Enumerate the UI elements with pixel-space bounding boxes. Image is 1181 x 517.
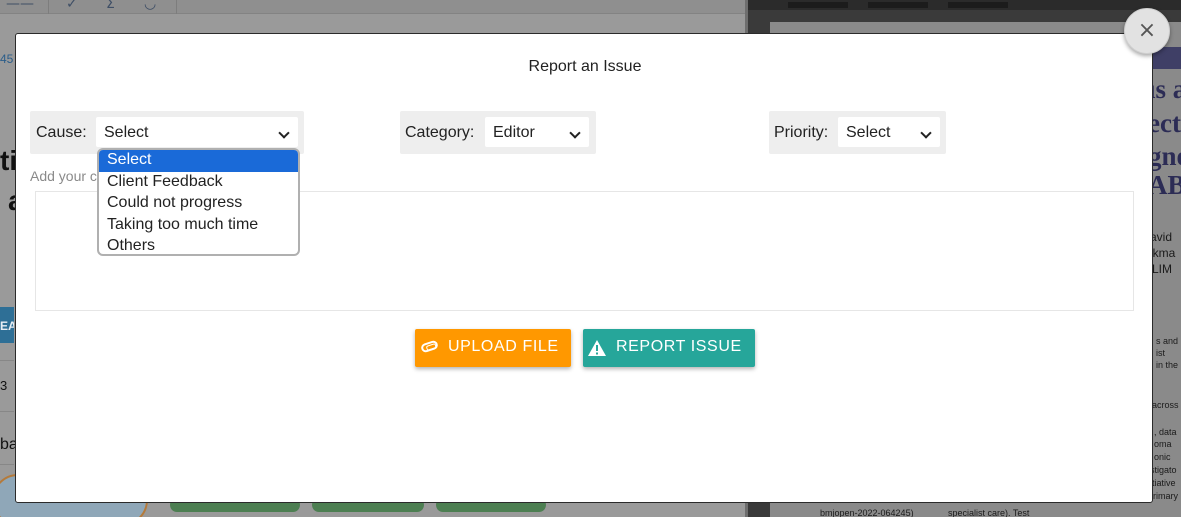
warning-icon (588, 340, 606, 356)
priority-select-value: Select (846, 124, 891, 141)
pdf-text-fragment: in the (1156, 360, 1179, 370)
category-field-group: Category: Editor (400, 111, 596, 154)
chevron-down-icon (569, 127, 581, 139)
check-icon: ✓ (66, 0, 78, 12)
background-number: 45 (0, 52, 14, 66)
report-issue-label: REPORT ISSUE (616, 338, 742, 355)
toolbar-icon: — (6, 0, 20, 12)
pdf-text-fragment: , data (1154, 427, 1177, 437)
pdf-footer-text: specialist care). Test (948, 508, 1030, 517)
description-label: Add your c (30, 168, 97, 184)
toolbar-icon: — (20, 0, 34, 12)
pdf-text-fragment: stigato (1150, 465, 1177, 475)
cause-option-could-not-progress[interactable]: Could not progress (99, 193, 298, 215)
background-pdf-toolbar (748, 0, 1181, 10)
pdf-author-line: avid (1150, 230, 1173, 244)
pdf-text-fragment: across (1152, 400, 1179, 410)
priority-field-group: Priority: Select (769, 111, 946, 154)
background-tab-label: EA (0, 319, 14, 333)
pdf-text-fragment: onic (1154, 452, 1171, 462)
pdf-text-fragment: ist (1156, 348, 1165, 358)
pdf-text-fragment: oma (1154, 439, 1172, 449)
upload-file-button[interactable]: UPLOAD FILE (415, 329, 571, 367)
pdf-footer-text: bmjopen-2022-064245) (820, 508, 914, 517)
background-tab: EA (0, 307, 14, 343)
background-divider (0, 360, 14, 361)
background-divider (0, 464, 14, 465)
chevron-down-icon (278, 127, 290, 139)
close-icon: × (1137, 18, 1157, 43)
report-issue-modal: Report an Issue Cause: Select Category: … (15, 33, 1153, 503)
cause-option-taking-too-much-time[interactable]: Taking too much time (99, 215, 298, 237)
paperclip-icon (420, 339, 439, 354)
priority-label: Priority: (774, 124, 829, 141)
cause-label: Cause: (36, 124, 87, 141)
cause-option-client-feedback[interactable]: Client Feedback (99, 172, 298, 194)
refresh-icon: ◡ (144, 0, 157, 12)
pdf-text-fragment: tiative (1152, 478, 1176, 488)
cause-dropdown-list[interactable]: Select Client Feedback Could not progres… (97, 148, 300, 256)
background-divider (0, 411, 14, 412)
cause-option-others[interactable]: Others (99, 236, 298, 254)
category-select-value: Editor (493, 124, 535, 141)
close-button[interactable]: × (1124, 8, 1170, 54)
toolbar-divider (176, 0, 177, 14)
text-icon: Σ (106, 0, 115, 12)
cause-option-select[interactable]: Select (99, 150, 298, 172)
cause-select-value: Select (104, 124, 149, 141)
toolbar-divider (48, 0, 49, 14)
background-toolbar: — — ✓ Σ ◡ (0, 0, 745, 14)
modal-title: Report an Issue (528, 58, 642, 75)
priority-select[interactable]: Select (837, 116, 941, 148)
category-label: Category: (405, 124, 475, 141)
chevron-down-icon (920, 127, 932, 139)
category-select[interactable]: Editor (484, 116, 590, 148)
report-issue-button[interactable]: REPORT ISSUE (583, 329, 755, 367)
upload-file-label: UPLOAD FILE (448, 338, 559, 355)
cause-select[interactable]: Select (95, 116, 299, 148)
background-row-number: 3 (0, 378, 8, 393)
pdf-text-fragment: s and (1156, 336, 1179, 346)
